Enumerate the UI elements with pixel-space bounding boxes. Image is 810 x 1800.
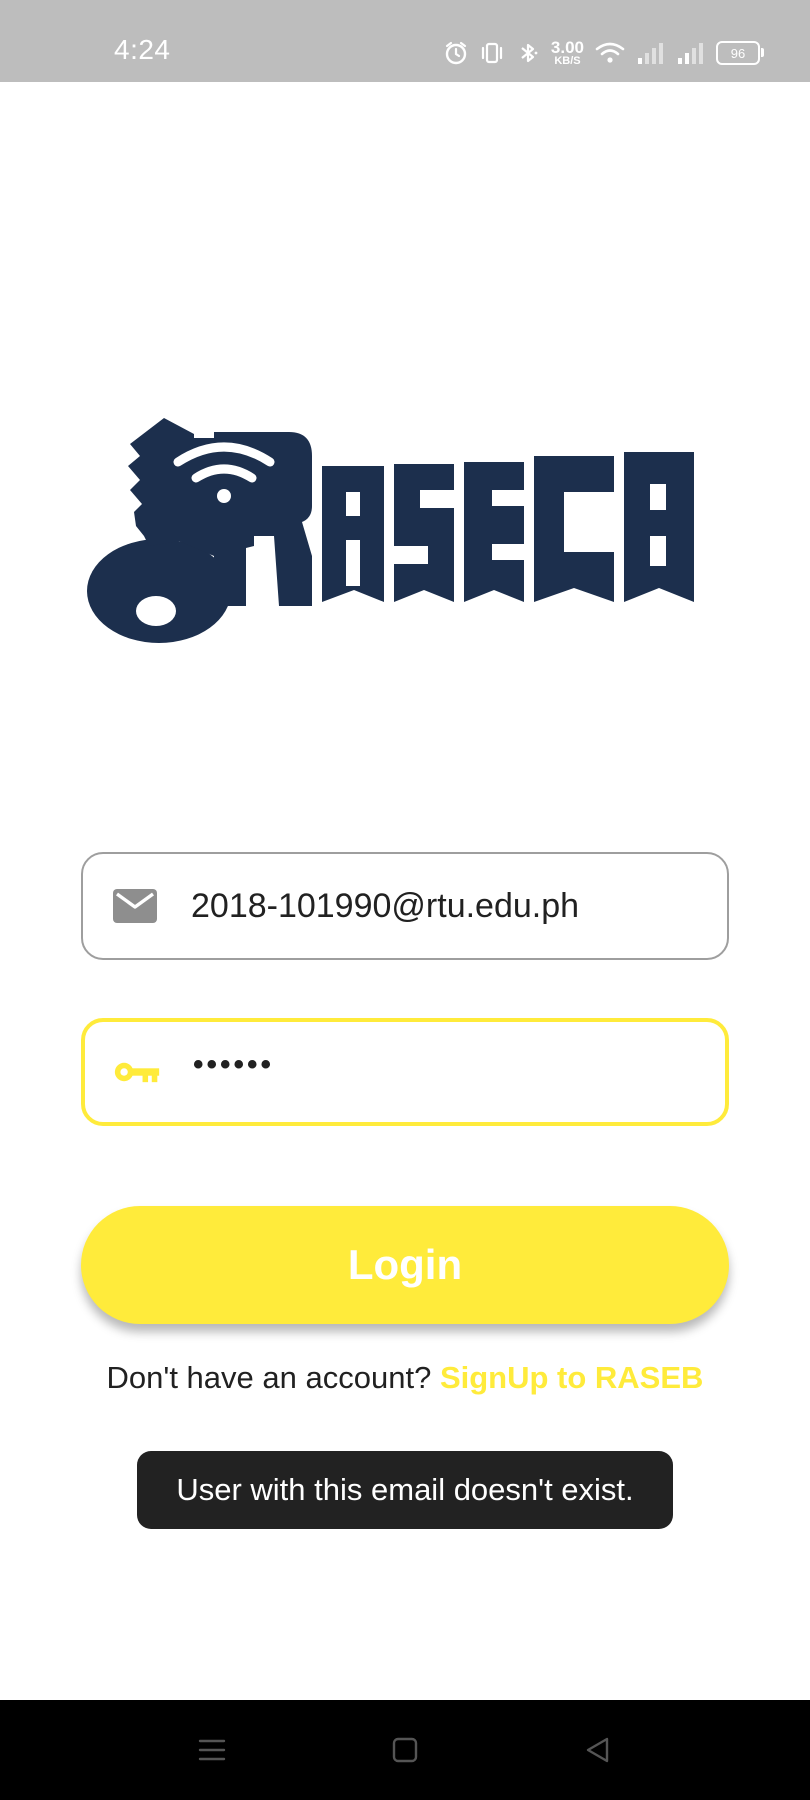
raseb-logo bbox=[84, 406, 704, 646]
password-value: •••••• bbox=[193, 1048, 275, 1081]
signup-link[interactable]: SignUp to RASEB bbox=[440, 1360, 704, 1395]
error-toast: User with this email doesn't exist. bbox=[137, 1451, 673, 1529]
network-speed: 3.00 KB/S bbox=[551, 39, 584, 67]
signal-icon bbox=[676, 40, 706, 66]
battery-indicator: 96 bbox=[716, 41, 764, 65]
network-speed-value: 3.00 bbox=[550, 38, 584, 57]
login-screen: 4:24 3.00 KB/S 96 2018-101990@rtu.edu.ph… bbox=[0, 0, 810, 1800]
home-icon[interactable] bbox=[385, 1730, 425, 1770]
navigation-bar bbox=[0, 1700, 810, 1800]
login-button[interactable]: Login bbox=[81, 1206, 729, 1324]
bluetooth-icon bbox=[515, 40, 541, 66]
email-icon bbox=[111, 886, 159, 926]
battery-level: 96 bbox=[730, 45, 746, 61]
network-speed-unit: KB/S bbox=[554, 55, 581, 67]
status-icons: 3.00 KB/S 96 bbox=[443, 36, 764, 70]
vibrate-icon bbox=[479, 40, 505, 66]
wifi-icon bbox=[594, 40, 626, 66]
menu-icon[interactable] bbox=[192, 1730, 232, 1770]
key-icon bbox=[113, 1052, 161, 1092]
signup-prompt: Don't have an account? bbox=[106, 1360, 432, 1395]
status-bar: 4:24 3.00 KB/S 96 bbox=[0, 0, 810, 82]
alarm-icon bbox=[443, 40, 469, 66]
signup-row: Don't have an account? SignUp to RASEB bbox=[0, 1360, 810, 1396]
back-icon[interactable] bbox=[578, 1730, 618, 1770]
email-value: 2018-101990@rtu.edu.ph bbox=[191, 886, 580, 925]
signal-icon bbox=[636, 40, 666, 66]
status-time: 4:24 bbox=[114, 34, 171, 65]
password-field[interactable]: •••••• bbox=[81, 1018, 729, 1126]
toast-message: User with this email doesn't exist. bbox=[176, 1472, 634, 1507]
email-field[interactable]: 2018-101990@rtu.edu.ph bbox=[81, 852, 729, 960]
